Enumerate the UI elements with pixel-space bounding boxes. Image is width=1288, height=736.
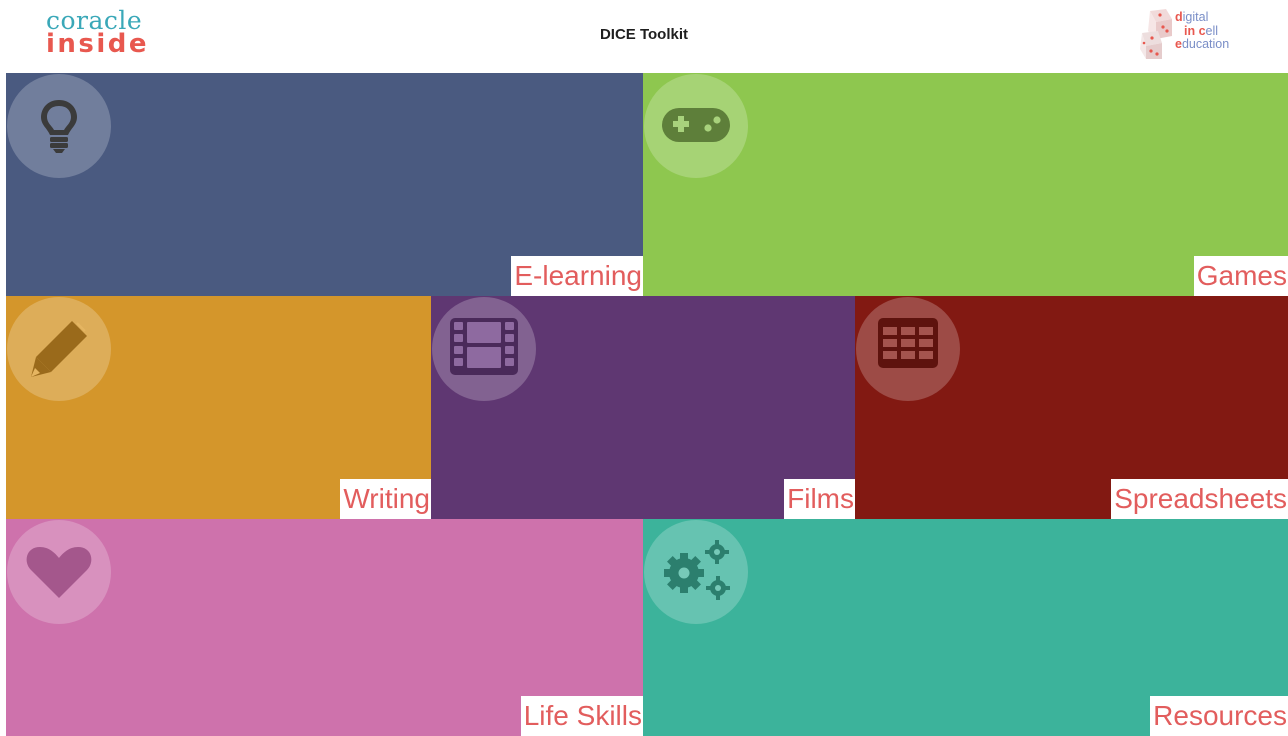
lightbulb-icon	[41, 100, 77, 153]
icon-circle	[7, 297, 111, 401]
icon-circle	[432, 297, 536, 401]
tile-writing[interactable]: Writing	[6, 296, 431, 519]
dice-logo[interactable]: digital in cell education	[1138, 9, 1238, 61]
icon-circle	[7, 520, 111, 624]
icon-circle	[856, 297, 960, 401]
icon-circle	[644, 74, 748, 178]
tile-films[interactable]: Films	[431, 296, 855, 519]
dice-logo-line-in-cell: in cell	[1184, 23, 1219, 38]
gears-icon	[664, 540, 730, 600]
dice-icon	[1140, 9, 1172, 59]
tile-label: Writing	[340, 479, 431, 519]
page-title: DICE Toolkit	[599, 26, 689, 43]
tile-life-skills[interactable]: Life Skills	[6, 519, 643, 736]
tile-e-learning[interactable]: E-learning	[6, 73, 643, 296]
film-icon	[450, 318, 518, 375]
dice-logo-line-digital: digital	[1175, 10, 1209, 24]
dice-logo-text: digital in cell education	[1175, 10, 1230, 52]
tile-label: Spreadsheets	[1111, 479, 1288, 519]
table-icon	[878, 318, 938, 368]
tile-spreadsheets[interactable]: Spreadsheets	[855, 296, 1288, 519]
tile-label: Life Skills	[520, 696, 643, 736]
tile-label: E-learning	[511, 256, 643, 296]
dice-logo-line-education: education	[1175, 37, 1230, 51]
tile-label: Films	[784, 479, 855, 519]
tile-resources[interactable]: Resources	[643, 519, 1288, 736]
app-header: coracle inside DICE Toolkit digital in c…	[0, 0, 1288, 73]
tile-games[interactable]: Games	[643, 73, 1288, 296]
heart-icon	[26, 547, 92, 598]
gamepad-icon	[662, 108, 730, 142]
tile-label: Games	[1193, 256, 1288, 296]
pencil-icon	[31, 321, 87, 377]
icon-circle	[644, 520, 748, 624]
tile-label: Resources	[1150, 696, 1288, 736]
icon-circle	[7, 74, 111, 178]
